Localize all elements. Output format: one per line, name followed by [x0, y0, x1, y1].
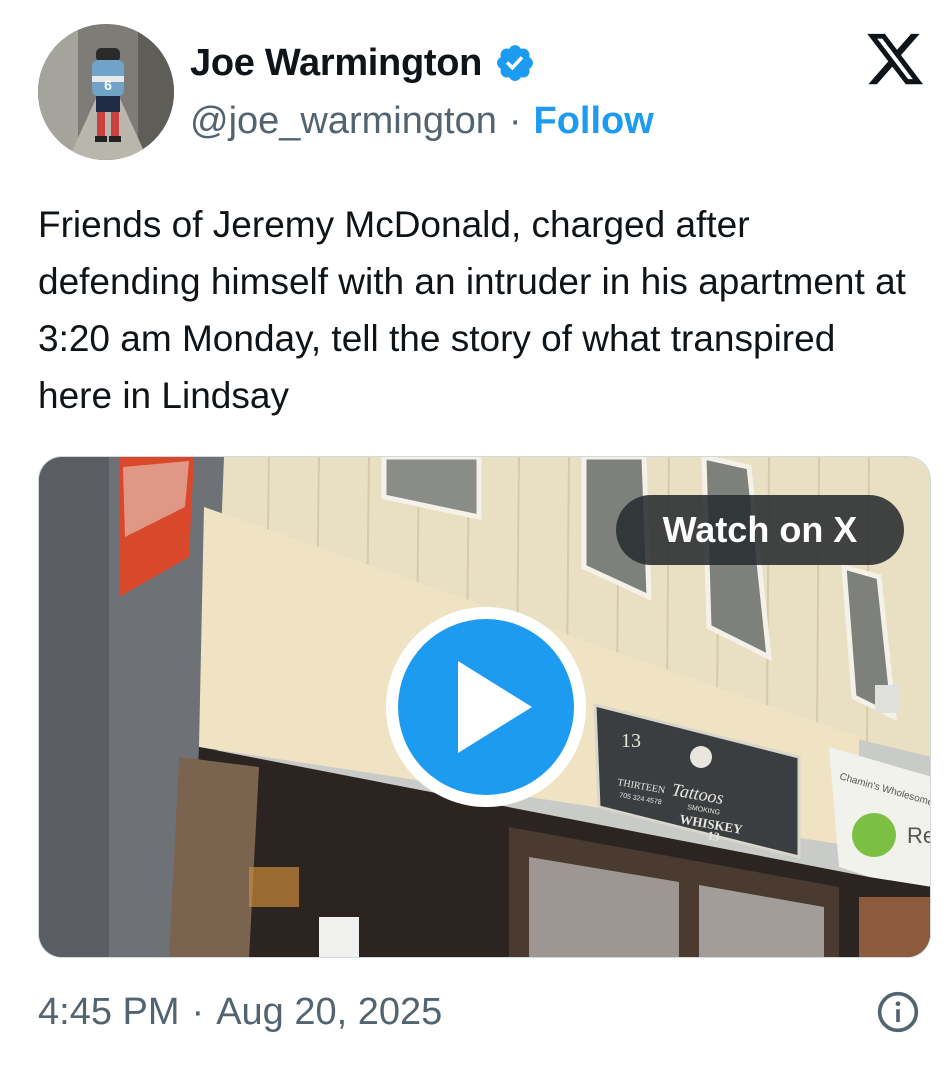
- sign-bottom-number: 13: [706, 828, 720, 844]
- tweet-timestamp[interactable]: 4:45 PM · Aug 20, 2025: [38, 984, 442, 1040]
- side-sign-partial: Re: [907, 823, 931, 848]
- tweet-text: Friends of Jeremy McDonald, charged afte…: [38, 204, 906, 416]
- author-name-row: Joe Warmington: [190, 38, 536, 88]
- avatar-image: 6: [38, 24, 174, 160]
- info-icon[interactable]: [876, 990, 920, 1034]
- play-icon: [458, 661, 532, 753]
- handle-separator: ·: [508, 99, 522, 142]
- author-handle[interactable]: @joe_warmington: [190, 100, 497, 143]
- watch-on-x-label: Watch on X: [662, 509, 858, 550]
- timestamp-separator: ·: [191, 990, 205, 1033]
- follow-button[interactable]: Follow: [534, 100, 654, 143]
- avatar-jersey-number: 6: [104, 77, 112, 93]
- author-display-name[interactable]: Joe Warmington: [190, 42, 482, 85]
- x-logo-icon[interactable]: [864, 28, 926, 90]
- play-button[interactable]: [386, 607, 586, 807]
- verified-badge-icon: [497, 45, 534, 81]
- watch-on-x-button[interactable]: Watch on X: [616, 495, 904, 565]
- sign-number: 13: [621, 730, 641, 752]
- author-avatar[interactable]: 6: [38, 24, 174, 160]
- tweet-time: 4:45 PM: [38, 990, 180, 1033]
- video-media-card[interactable]: Chamin's Wholesome F Re 13 THIRTEEN 705 …: [38, 456, 931, 958]
- tweet-date: Aug 20, 2025: [216, 990, 443, 1033]
- author-handle-row: @joe_warmington · Follow: [190, 96, 654, 146]
